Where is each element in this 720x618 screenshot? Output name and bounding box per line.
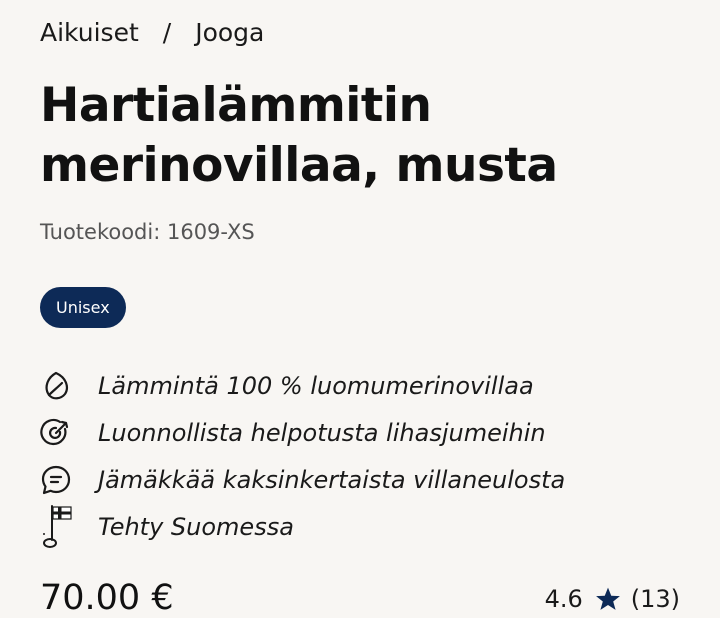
feature-item-made-in-finland: Tehty Suomessa <box>40 503 710 550</box>
breadcrumb-item-yoga[interactable]: Jooga <box>195 18 264 47</box>
feature-item-relief: Luonnollista helpotusta lihasjumeihin <box>40 409 710 456</box>
star-icon <box>595 586 621 612</box>
feature-item-knit: Jämäkkää kaksinkertaista villaneulosta <box>40 456 710 503</box>
feature-item-wool: Lämmintä 100 % luomumerinovillaa <box>40 362 710 409</box>
finnish-flag-icon <box>40 504 84 548</box>
breadcrumb-separator: / <box>162 18 172 47</box>
product-price: 70.00 € <box>40 578 174 618</box>
product-title: Hartialämmitin merinovillaa, musta <box>40 78 558 193</box>
feature-list: Lämmintä 100 % luomumerinovillaa Luonnol… <box>40 362 710 550</box>
feature-text: Luonnollista helpotusta lihasjumeihin <box>98 418 546 447</box>
chat-bubble-icon <box>40 460 84 500</box>
feature-text: Lämmintä 100 % luomumerinovillaa <box>98 371 534 400</box>
unisex-badge: Unisex <box>40 287 126 328</box>
rating-count: (13) <box>630 585 680 613</box>
leaf-icon <box>40 366 84 406</box>
target-icon <box>40 413 84 453</box>
rating-score: 4.6 <box>544 585 583 613</box>
feature-text: Tehty Suomessa <box>98 512 294 541</box>
product-rating[interactable]: 4.6 (13) <box>545 585 680 613</box>
feature-text: Jämäkkää kaksinkertaista villaneulosta <box>98 465 566 494</box>
product-code: Tuotekoodi: 1609-XS <box>40 220 255 244</box>
breadcrumb: Aikuiset / Jooga <box>40 18 264 47</box>
breadcrumb-item-adults[interactable]: Aikuiset <box>40 18 139 47</box>
